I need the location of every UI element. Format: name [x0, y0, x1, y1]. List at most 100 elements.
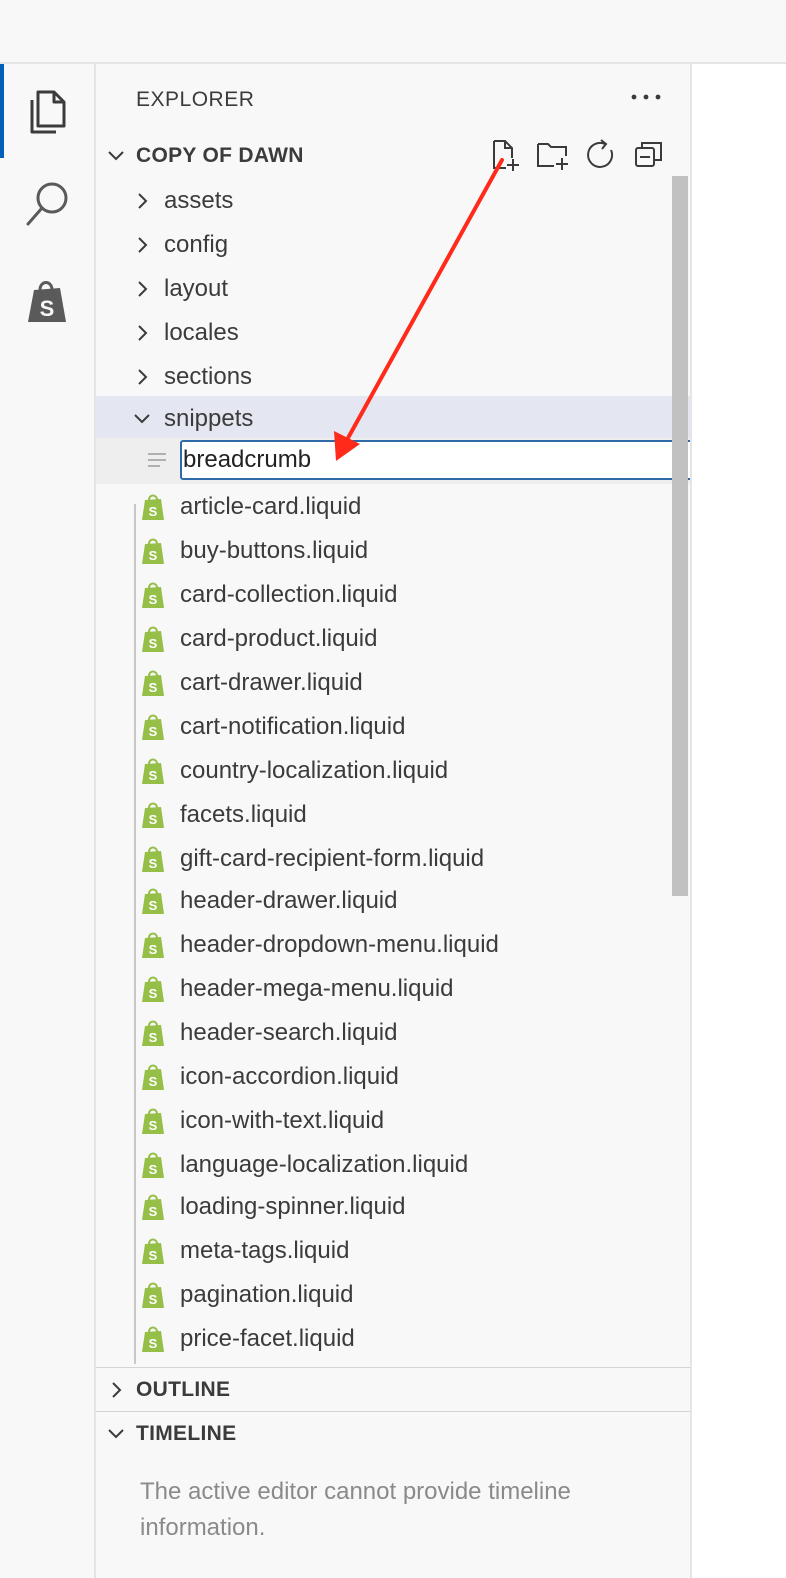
file-row[interactable]: S loading-spinner.liquid — [96, 1184, 690, 1228]
shopify-icon[interactable]: S — [22, 276, 72, 326]
folder-row-snippets[interactable]: snippets — [96, 396, 690, 440]
file-label: icon-accordion.liquid — [180, 1063, 399, 1090]
shopify-file-icon: S — [140, 1325, 166, 1353]
svg-text:S: S — [149, 1074, 158, 1089]
search-icon[interactable] — [22, 178, 72, 228]
activity-bar: S — [0, 64, 96, 1578]
file-label: header-search.liquid — [180, 1019, 398, 1046]
section-divider — [96, 1411, 690, 1412]
file-row[interactable]: S header-drawer.liquid — [96, 878, 690, 922]
file-row[interactable]: S language-localization.liquid — [96, 1142, 690, 1186]
file-row[interactable]: S cart-drawer.liquid — [96, 660, 690, 704]
shopify-file-icon: S — [140, 931, 166, 959]
file-row[interactable]: S icon-accordion.liquid — [96, 1054, 690, 1098]
file-label: gift-card-recipient-form.liquid — [180, 845, 485, 872]
files-icon[interactable] — [22, 86, 72, 136]
collapse-all-icon[interactable] — [632, 138, 666, 172]
file-row[interactable]: S cart-notification.liquid — [96, 704, 690, 748]
file-row[interactable]: S article-card.liquid — [96, 484, 690, 528]
file-label: header-drawer.liquid — [180, 887, 398, 914]
svg-text:S: S — [149, 1336, 158, 1351]
file-row[interactable]: S buy-buttons.liquid — [96, 528, 690, 572]
svg-text:S: S — [149, 548, 158, 563]
file-row[interactable]: S price-facet.liquid — [96, 1316, 690, 1360]
file-row[interactable]: S country-localization.liquid — [96, 748, 690, 792]
folder-row-config[interactable]: config — [96, 222, 690, 266]
folder-row-layout[interactable]: layout — [96, 266, 690, 310]
shopify-file-icon: S — [140, 537, 166, 565]
refresh-icon[interactable] — [584, 138, 618, 172]
svg-text:S: S — [149, 768, 158, 783]
timeline-label: TIMELINE — [136, 1422, 237, 1445]
section-header-outline[interactable]: OUTLINE — [96, 1370, 690, 1410]
file-row[interactable]: S meta-tags.liquid — [96, 1228, 690, 1272]
svg-text:S: S — [149, 942, 158, 957]
shopify-file-icon: S — [140, 975, 166, 1003]
svg-text:S: S — [149, 856, 158, 871]
explorer-scrollbar[interactable] — [672, 176, 688, 896]
svg-text:S: S — [149, 680, 158, 695]
new-folder-icon[interactable] — [536, 138, 570, 172]
folder-row-sections[interactable]: sections — [96, 354, 690, 398]
editor-area — [692, 64, 786, 1578]
file-row[interactable]: S header-mega-menu.liquid — [96, 966, 690, 1010]
file-label: loading-spinner.liquid — [180, 1193, 406, 1220]
active-indicator — [0, 64, 4, 158]
file-label: card-product.liquid — [180, 625, 378, 652]
shopify-file-icon: S — [140, 493, 166, 521]
file-row[interactable]: S pagination.liquid — [96, 1272, 690, 1316]
more-actions-icon[interactable] — [628, 82, 664, 112]
file-row[interactable]: S header-search.liquid — [96, 1010, 690, 1054]
svg-text:S: S — [149, 898, 158, 913]
chevron-right-icon — [106, 1380, 126, 1400]
folder-row-assets[interactable]: assets — [96, 178, 690, 222]
chevron-right-icon — [132, 234, 152, 254]
svg-text:S: S — [40, 296, 55, 321]
chevron-down-icon — [132, 408, 152, 428]
new-file-name-input[interactable] — [180, 440, 690, 480]
chevron-down-icon — [106, 1424, 126, 1444]
svg-text:S: S — [149, 986, 158, 1001]
outline-label: OUTLINE — [136, 1378, 231, 1401]
file-row[interactable]: S facets.liquid — [96, 792, 690, 836]
file-label: language-localization.liquid — [180, 1151, 469, 1178]
file-row[interactable]: S card-collection.liquid — [96, 572, 690, 616]
shopify-file-icon: S — [140, 1281, 166, 1309]
file-row[interactable]: S icon-with-text.liquid — [96, 1098, 690, 1142]
shopify-file-icon: S — [140, 757, 166, 785]
chevron-right-icon — [132, 278, 152, 298]
explorer-title: EXPLORER — [136, 88, 255, 111]
file-label: meta-tags.liquid — [180, 1237, 350, 1264]
file-label: price-facet.liquid — [180, 1325, 355, 1352]
shopify-file-icon: S — [140, 1107, 166, 1135]
new-file-icon[interactable] — [488, 138, 522, 172]
file-label: card-collection.liquid — [180, 581, 398, 608]
chevron-right-icon — [132, 190, 152, 210]
svg-text:S: S — [149, 1292, 158, 1307]
folder-label: sections — [164, 363, 253, 390]
file-label: icon-with-text.liquid — [180, 1107, 385, 1134]
timeline-message: The active editor cannot provide timelin… — [140, 1478, 571, 1541]
shopify-file-icon: S — [140, 1237, 166, 1265]
file-row[interactable]: S gift-card-recipient-form.liquid — [96, 836, 690, 880]
chevron-right-icon — [132, 366, 152, 386]
root-folder-label: COPY OF DAWN — [136, 144, 304, 167]
shopify-file-icon: S — [140, 801, 166, 829]
section-header-timeline[interactable]: TIMELINE — [96, 1414, 690, 1454]
file-label: pagination.liquid — [180, 1281, 354, 1308]
folder-row-locales[interactable]: locales — [96, 310, 690, 354]
folder-label: config — [164, 231, 229, 258]
new-file-row — [96, 438, 690, 484]
file-label: cart-drawer.liquid — [180, 669, 363, 696]
explorer-sidebar: EXPLORER COPY OF DAWN assets config layo… — [96, 64, 692, 1578]
svg-text:S: S — [149, 636, 158, 651]
file-row[interactable]: S card-product.liquid — [96, 616, 690, 660]
shopify-file-icon: S — [140, 625, 166, 653]
file-label: facets.liquid — [180, 801, 307, 828]
svg-text:S: S — [149, 1030, 158, 1045]
folder-label: assets — [164, 187, 234, 214]
file-row[interactable]: S header-dropdown-menu.liquid — [96, 922, 690, 966]
file-label: article-card.liquid — [180, 493, 362, 520]
file-label: header-dropdown-menu.liquid — [180, 931, 499, 958]
shopify-file-icon: S — [140, 669, 166, 697]
